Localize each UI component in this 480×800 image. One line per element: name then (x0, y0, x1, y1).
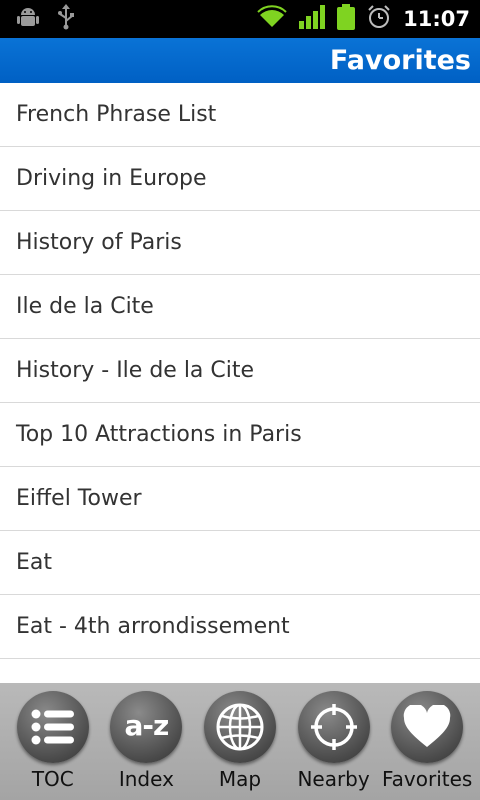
battery-icon (337, 4, 356, 34)
nearby-label: Nearby (297, 767, 370, 791)
favorites-label: Favorites (382, 767, 473, 791)
list-item[interactable]: History of Paris (0, 211, 480, 275)
list-item-label: Eat - 4th arrondissement (16, 614, 290, 639)
nearby-button[interactable]: Nearby (290, 689, 378, 791)
list-item-label: Driving in Europe (16, 166, 207, 191)
list-item[interactable] (0, 659, 480, 683)
favorites-button[interactable]: Favorites (382, 689, 473, 791)
crosshair-icon (297, 691, 370, 763)
a-z-icon: a-z (110, 691, 183, 763)
list-item-label: Eiffel Tower (16, 486, 142, 511)
list-icon (16, 691, 89, 763)
usb-icon (56, 4, 76, 34)
list-item-label: Top 10 Attractions in Paris (16, 422, 302, 447)
list-item[interactable]: Eat - 4th arrondissement (0, 595, 480, 659)
map-label: Map (218, 767, 262, 791)
list-item-label: Ile de la Cite (16, 294, 154, 319)
alarm-icon (367, 5, 391, 33)
toc-button[interactable]: TOC (9, 689, 97, 791)
list-item[interactable]: Ile de la Cite (0, 275, 480, 339)
list-item[interactable]: French Phrase List (0, 83, 480, 147)
bottom-nav-bar: TOC a-z Index Map Nearby Favorites (0, 683, 480, 800)
signal-icon (299, 5, 326, 33)
a-z-icon-text: a-z (124, 708, 169, 742)
list-item[interactable]: Top 10 Attractions in Paris (0, 403, 480, 467)
index-label: Index (118, 767, 174, 791)
favorites-list[interactable]: French Phrase List Driving in Europe His… (0, 83, 480, 683)
wifi-icon (257, 5, 287, 33)
index-button[interactable]: a-z Index (102, 689, 190, 791)
list-item[interactable]: Eat (0, 531, 480, 595)
status-time: 11:07 (403, 7, 470, 31)
list-item[interactable]: Driving in Europe (0, 147, 480, 211)
list-item-label: French Phrase List (16, 102, 217, 127)
map-button[interactable]: Map (196, 689, 284, 791)
list-item[interactable]: History - Ile de la Cite (0, 339, 480, 403)
toc-label: TOC (31, 767, 74, 791)
title-bar: Favorites (0, 38, 480, 83)
list-item-label: History of Paris (16, 230, 182, 255)
heart-icon (391, 691, 464, 763)
page-title: Favorites (329, 45, 471, 76)
globe-icon (203, 691, 276, 763)
status-bar: 11:07 (0, 0, 480, 38)
android-debug-icon (16, 6, 40, 32)
list-item[interactable]: Eiffel Tower (0, 467, 480, 531)
list-item-label: Eat (16, 550, 53, 575)
list-item-label: History - Ile de la Cite (16, 358, 255, 383)
